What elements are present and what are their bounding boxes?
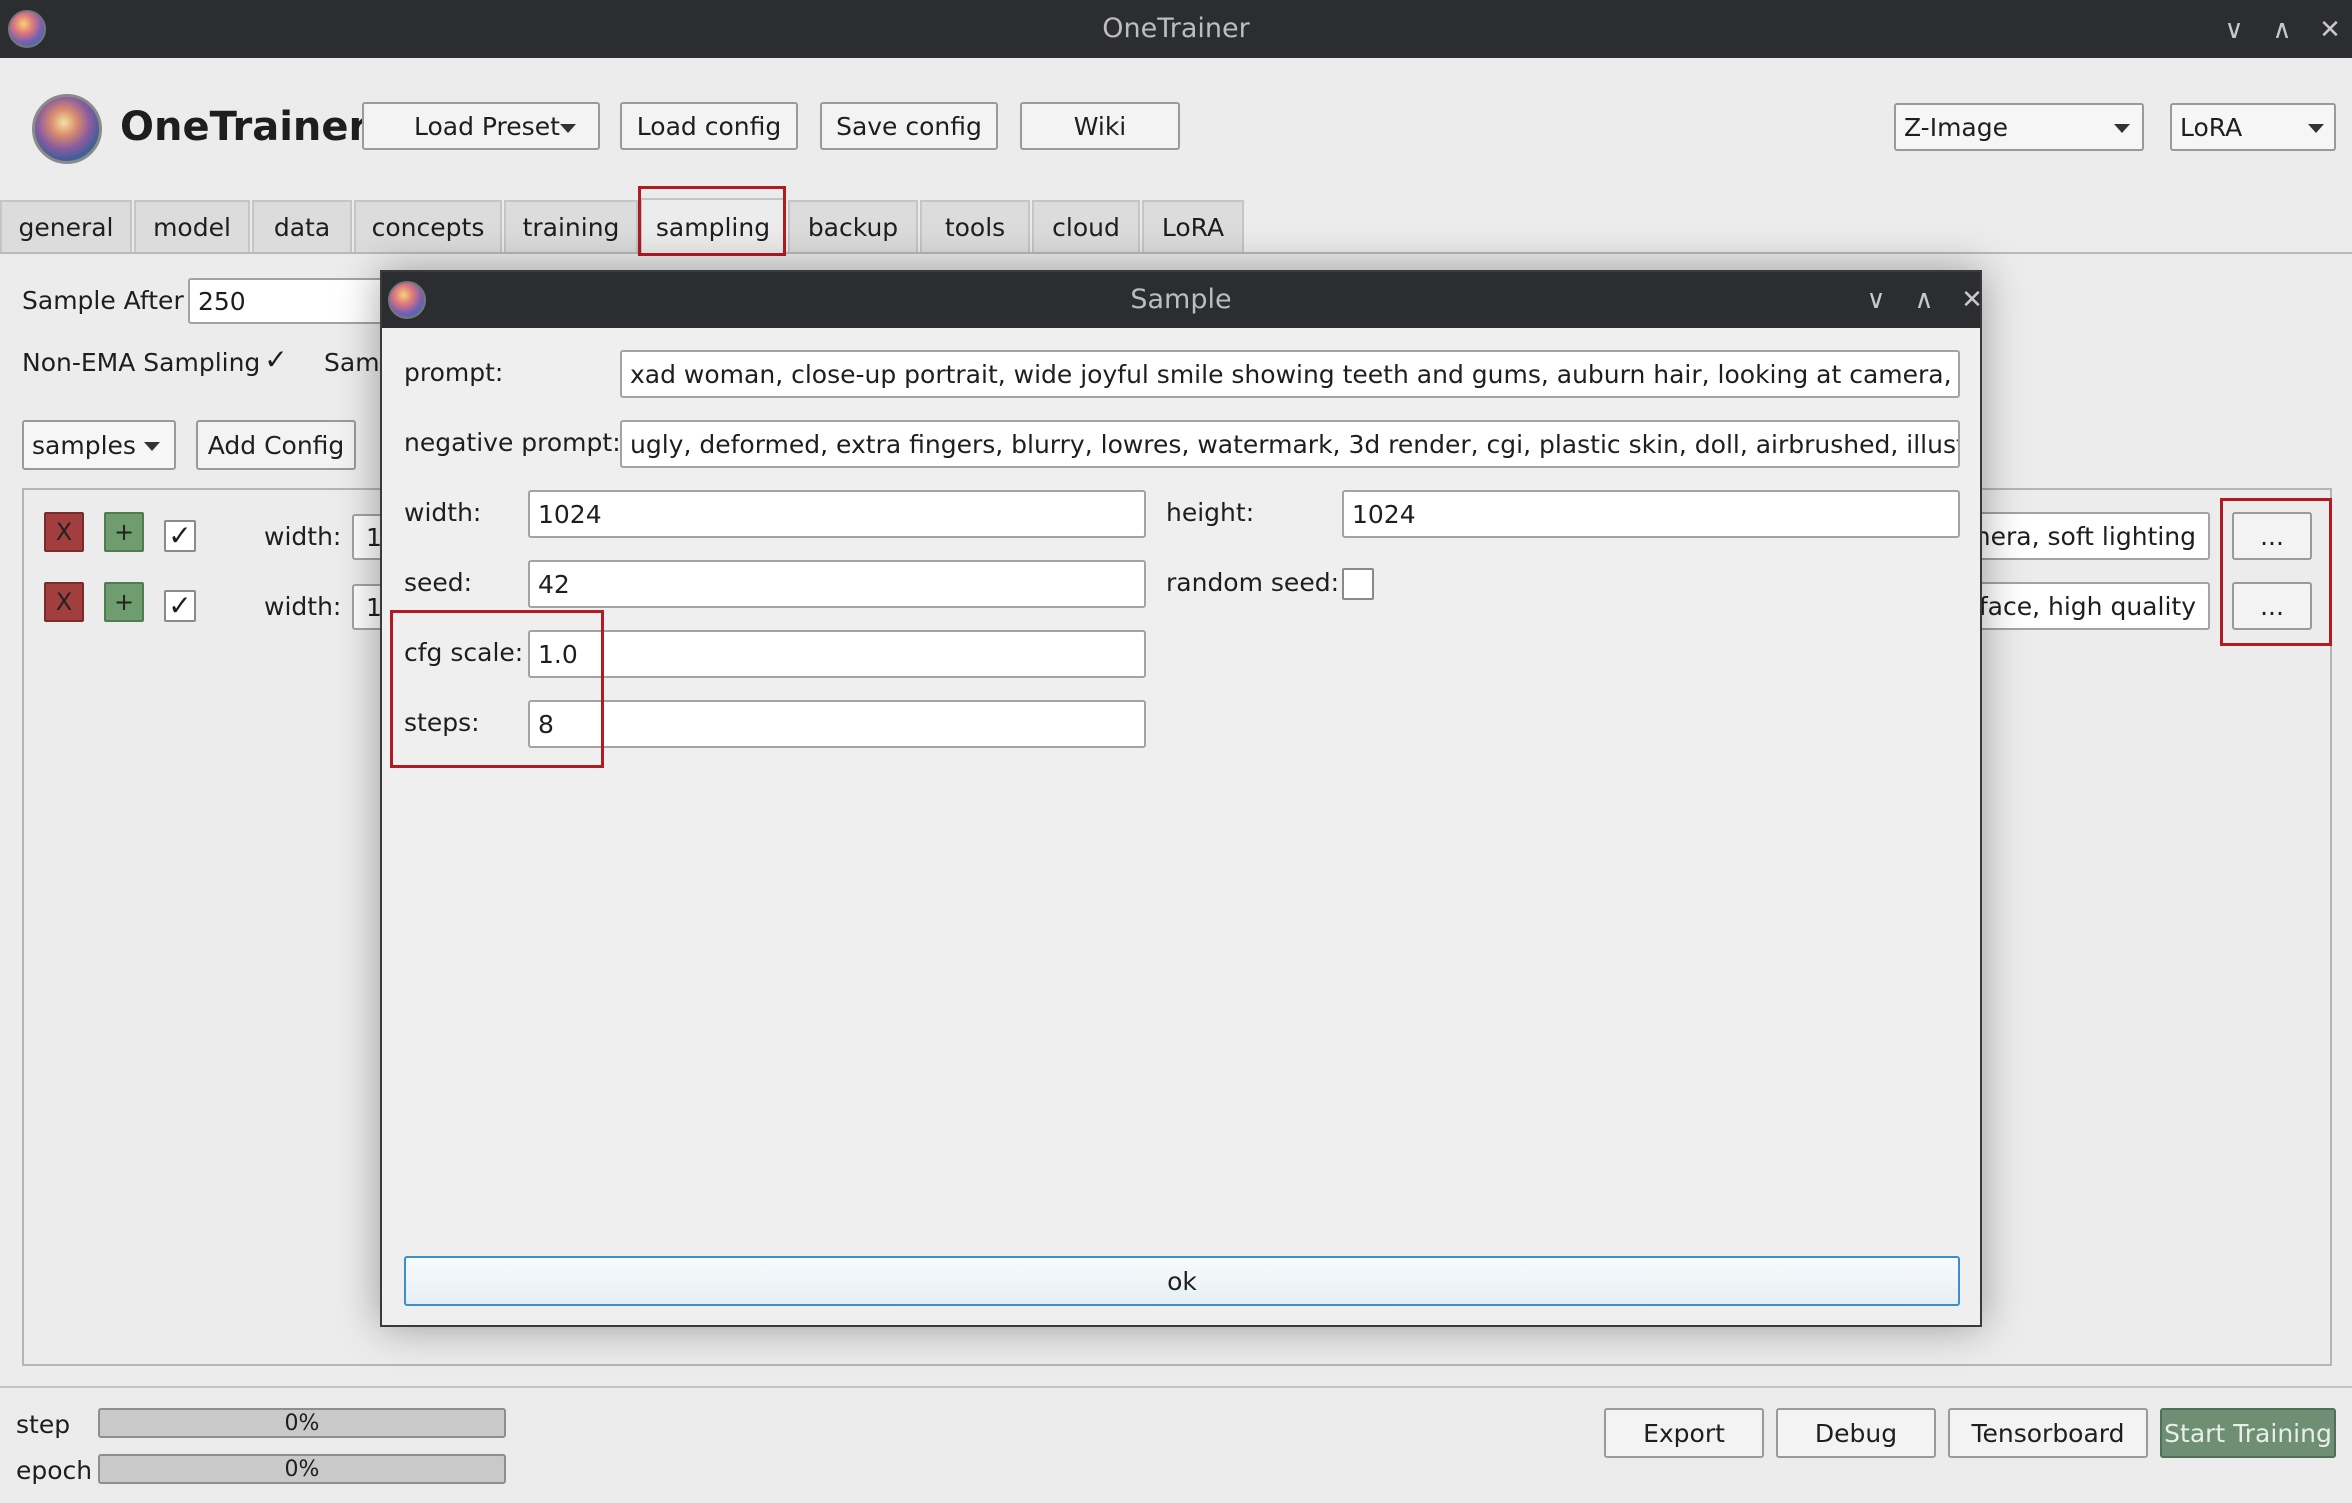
tab-general[interactable]: general — [0, 200, 132, 252]
sample-prompt-input[interactable]: amera, soft lighting — [1960, 512, 2210, 560]
remove-sample-button[interactable]: X — [44, 582, 84, 622]
save-config-button[interactable]: Save config — [820, 102, 998, 150]
minimize-icon[interactable]: ∨ — [2214, 10, 2254, 50]
random-seed-checkbox[interactable] — [1342, 568, 1374, 600]
negative-prompt-input[interactable]: ugly, deformed, extra fingers, blurry, l… — [620, 420, 1960, 468]
footer-divider — [0, 1386, 2352, 1388]
wiki-button[interactable]: Wiki — [1020, 102, 1180, 150]
sample-prompt-input[interactable]: d face, high quality — [1960, 582, 2210, 630]
tab-data[interactable]: data — [252, 200, 352, 252]
tab-tools[interactable]: tools — [920, 200, 1030, 252]
maximize-icon[interactable]: ∧ — [1904, 280, 1944, 320]
highlight-cfg-steps — [390, 610, 604, 768]
sample-enabled-checkbox[interactable]: ✓ — [164, 520, 196, 552]
step-label: step — [16, 1410, 71, 1439]
samples-dropdown[interactable]: samples — [22, 420, 176, 470]
tab-training[interactable]: training — [504, 200, 638, 252]
highlight-options-buttons — [2220, 498, 2332, 646]
chevron-down-icon — [144, 442, 160, 451]
debug-button[interactable]: Debug — [1776, 1408, 1936, 1458]
chevron-down-icon — [560, 124, 576, 133]
maximize-icon[interactable]: ∧ — [2262, 10, 2302, 50]
steps-input[interactable]: 8 — [528, 700, 1146, 748]
dialog-title: Sample — [1130, 284, 1232, 315]
prompt-label: prompt: — [404, 358, 504, 387]
chevron-down-icon — [2308, 124, 2324, 133]
sample-width-label: width: — [264, 522, 342, 551]
seed-input[interactable]: 42 — [528, 560, 1146, 608]
tensorboard-button[interactable]: Tensorboard — [1948, 1408, 2148, 1458]
tab-bar-divider — [0, 252, 2352, 254]
model-type-value: Z-Image — [1904, 112, 2009, 142]
add-sample-button[interactable]: + — [104, 582, 144, 622]
close-icon[interactable]: ✕ — [2310, 10, 2350, 50]
width-label: width: — [404, 498, 482, 527]
minimize-icon[interactable]: ∨ — [1856, 280, 1896, 320]
load-preset-label: Load Preset — [414, 111, 560, 141]
tab-lora[interactable]: LoRA — [1142, 200, 1244, 252]
epoch-label: epoch — [16, 1456, 93, 1485]
window-title: OneTrainer — [1102, 13, 1250, 44]
sample-width-label: width: — [264, 592, 342, 621]
ok-button[interactable]: ok — [404, 1256, 1960, 1306]
sample-after-input[interactable]: 250 — [188, 278, 388, 324]
cfg-scale-input[interactable]: 1.0 — [528, 630, 1146, 678]
samples-dropdown-value: samples — [32, 430, 136, 460]
start-training-button[interactable]: Start Training — [2160, 1408, 2336, 1458]
sample-after-label: Sample After — [22, 286, 184, 315]
non-ema-sampling-checkbox[interactable]: ✓ — [260, 346, 292, 378]
epoch-progress-bar: 0% — [98, 1454, 506, 1484]
add-sample-button[interactable]: + — [104, 512, 144, 552]
height-label: height: — [1166, 498, 1255, 527]
dialog-titlebar: Sample ∨ ∧ ✕ — [382, 272, 1983, 328]
height-input[interactable]: 1024 — [1342, 490, 1960, 538]
window-titlebar: OneTrainer ∨ ∧ ✕ — [0, 0, 2352, 58]
step-progress-bar: 0% — [98, 1408, 506, 1438]
negative-prompt-label: negative prompt: — [404, 428, 621, 457]
sample-enabled-checkbox[interactable]: ✓ — [164, 590, 196, 622]
chevron-down-icon — [2114, 124, 2130, 133]
onetrainer-logo-icon — [32, 94, 102, 164]
highlight-sampling-tab — [638, 186, 786, 256]
tab-cloud[interactable]: cloud — [1032, 200, 1140, 252]
tab-model[interactable]: model — [134, 200, 250, 252]
remove-sample-button[interactable]: X — [44, 512, 84, 552]
load-config-button[interactable]: Load config — [620, 102, 798, 150]
sample-dialog: Sample ∨ ∧ ✕ prompt: xad woman, close-up… — [380, 270, 1983, 1327]
training-method-select[interactable]: LoRA — [2170, 103, 2336, 151]
random-seed-label: random seed: — [1166, 568, 1339, 597]
tab-concepts[interactable]: concepts — [354, 200, 502, 252]
load-preset-button[interactable]: Load Preset — [362, 102, 600, 150]
training-method-value: LoRA — [2180, 112, 2243, 142]
non-ema-sampling-label: Non-EMA Sampling — [22, 348, 261, 377]
model-type-select[interactable]: Z-Image — [1894, 103, 2144, 151]
tab-backup[interactable]: backup — [788, 200, 918, 252]
width-input[interactable]: 1024 — [528, 490, 1146, 538]
prompt-input[interactable]: xad woman, close-up portrait, wide joyfu… — [620, 350, 1960, 398]
close-icon[interactable]: ✕ — [1952, 280, 1992, 320]
export-button[interactable]: Export — [1604, 1408, 1764, 1458]
add-config-button[interactable]: Add Config — [196, 420, 356, 470]
seed-label: seed: — [404, 568, 473, 597]
app-name: OneTrainer — [120, 104, 369, 150]
